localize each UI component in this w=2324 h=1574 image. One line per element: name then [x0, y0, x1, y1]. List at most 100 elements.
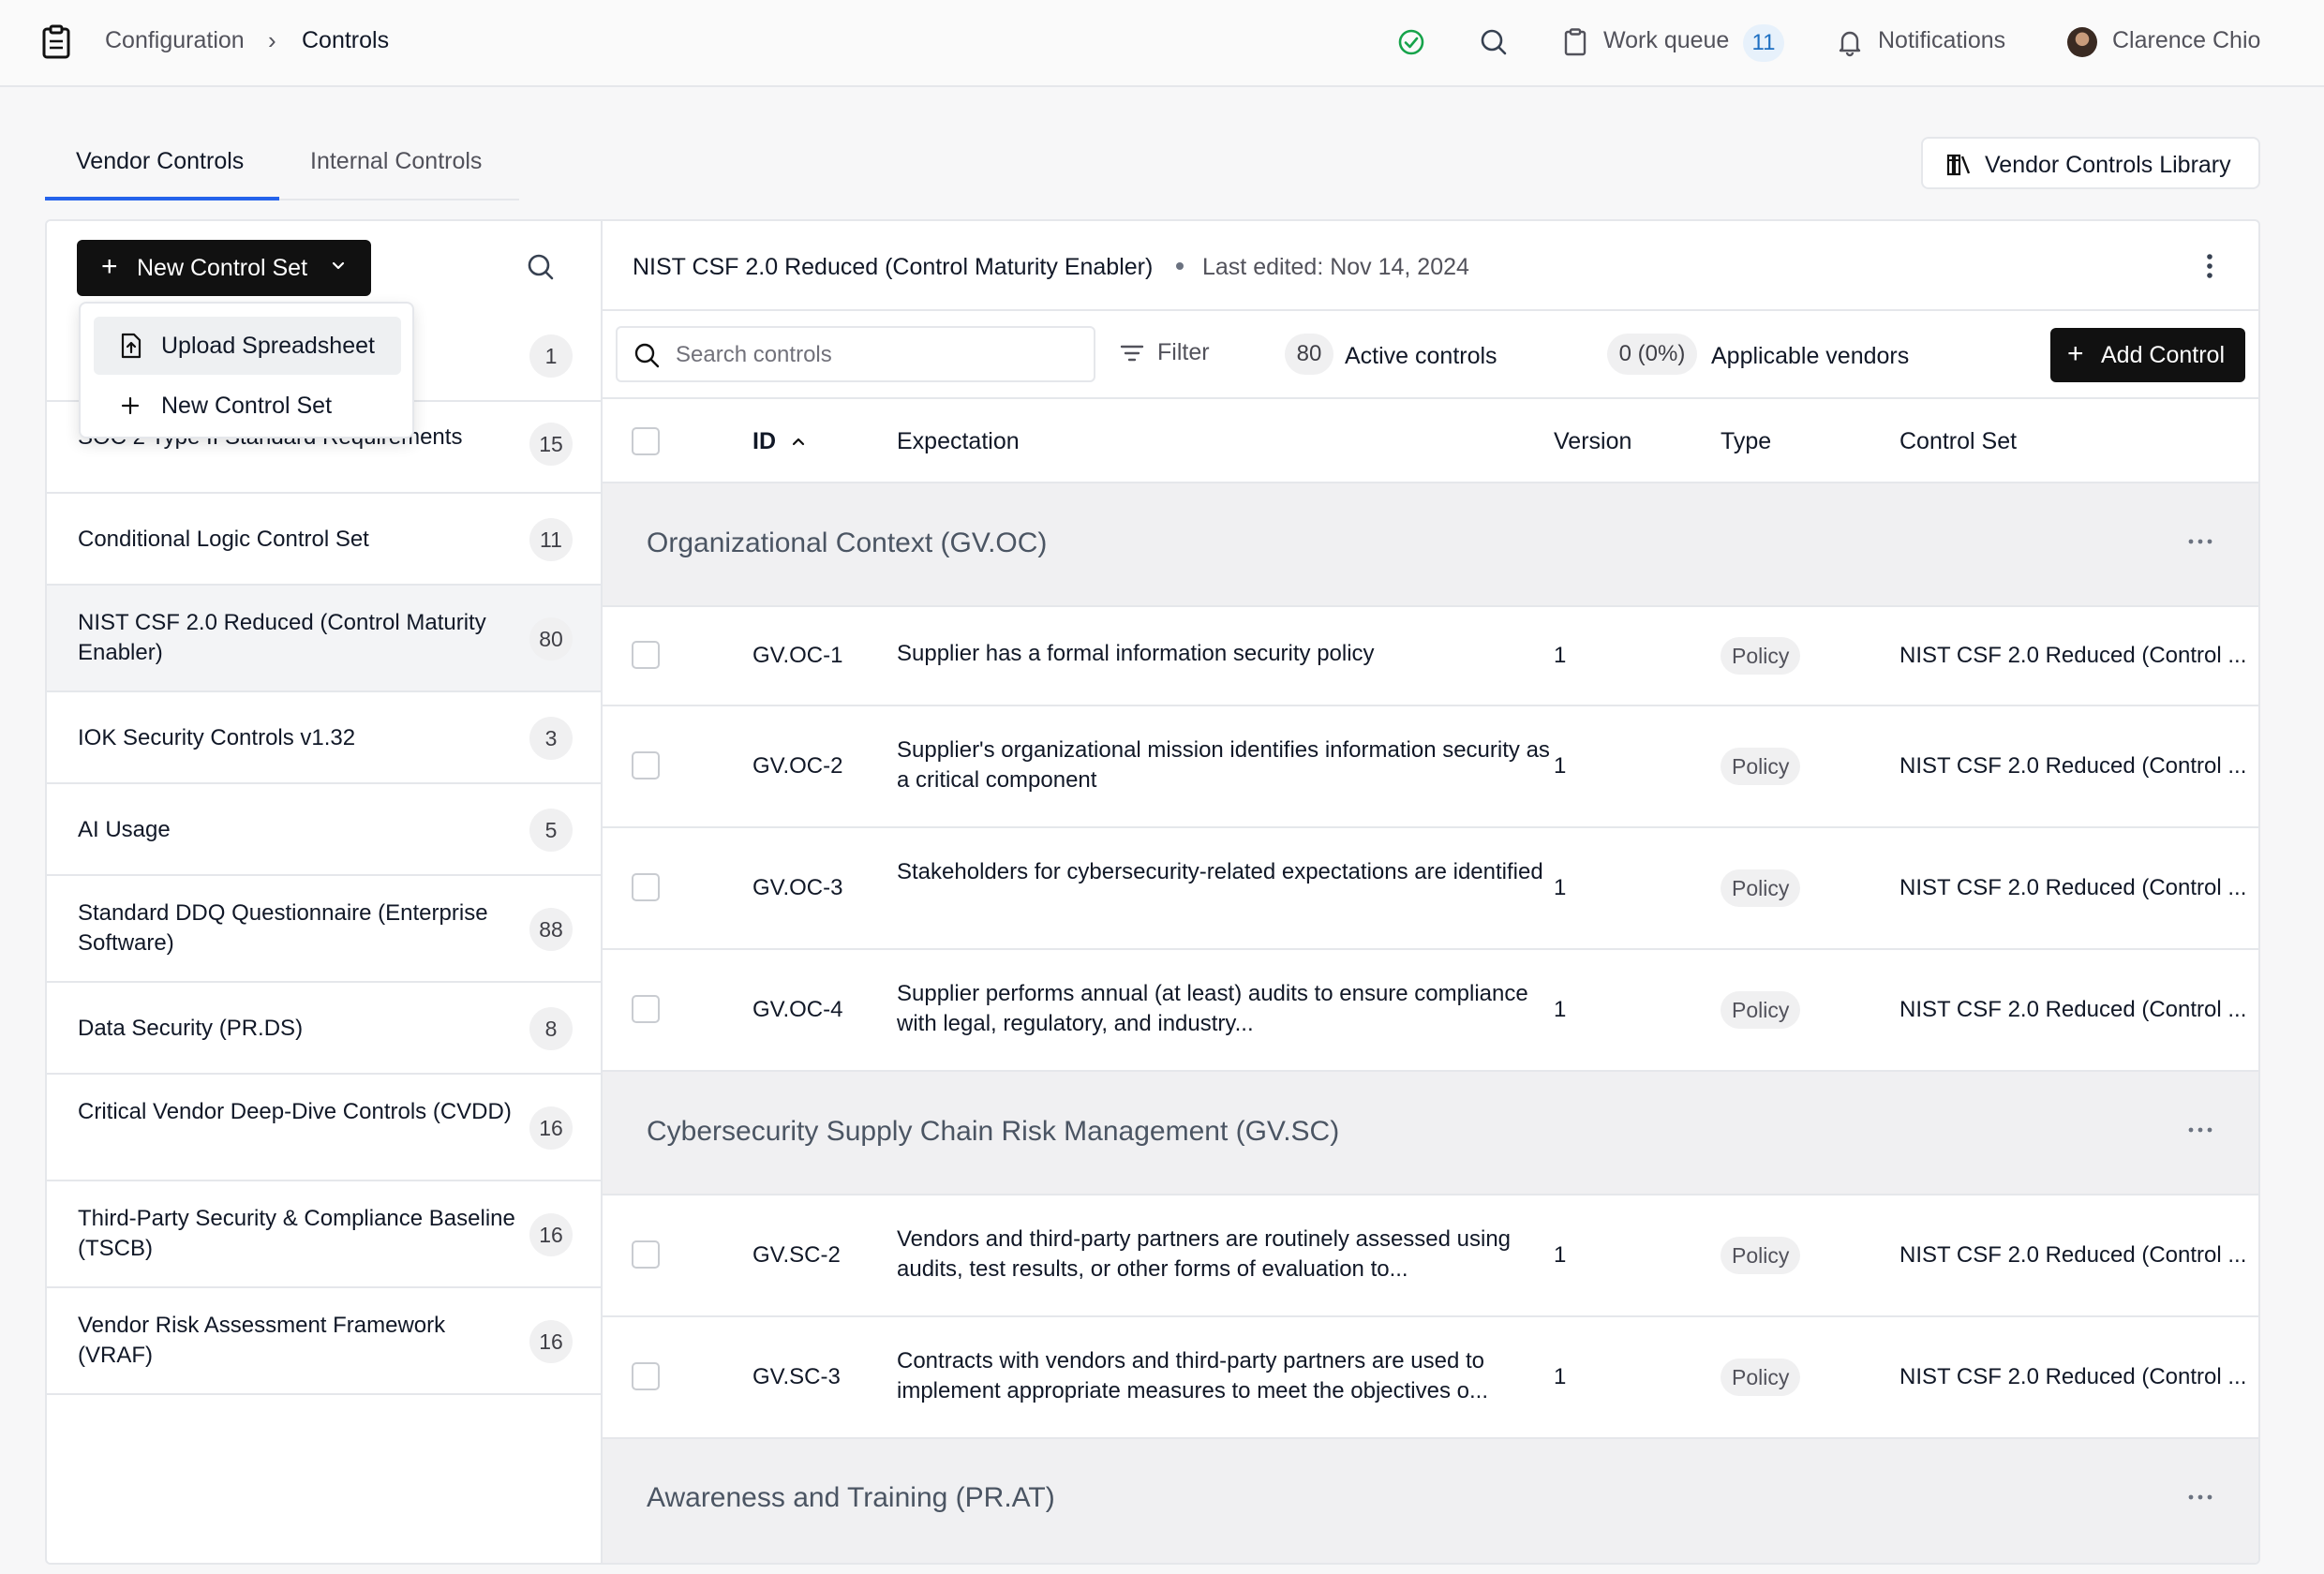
control-set-item[interactable]: Standard DDQ Questionnaire (Enterprise S… — [47, 876, 601, 983]
more-horizontal-icon[interactable] — [2186, 1121, 2214, 1139]
new-control-set-button[interactable]: + New Control Set — [77, 240, 371, 296]
row-checkbox[interactable] — [632, 751, 660, 780]
control-expectation: Vendors and third-party partners are rou… — [897, 1226, 1512, 1282]
control-set-count: 88 — [529, 908, 573, 951]
control-set-item-selected[interactable]: NIST CSF 2.0 Reduced (Control Maturity E… — [47, 586, 601, 692]
sort-ascending-icon[interactable] — [790, 433, 807, 450]
row-checkbox[interactable] — [632, 641, 660, 669]
control-set-count: 3 — [529, 717, 573, 760]
control-set-list: 1 SOC 2 Type II Standard Requirements 15… — [47, 310, 601, 1395]
control-set-cell: NIST CSF 2.0 Reduced (Control ... — [1899, 753, 2247, 779]
group-header[interactable]: Cybersecurity Supply Chain Risk Manageme… — [603, 1072, 2258, 1195]
vendor-controls-library-button[interactable]: Vendor Controls Library — [1921, 137, 2260, 189]
search-icon[interactable] — [1478, 26, 1510, 58]
avatar[interactable] — [2067, 27, 2097, 57]
control-id: GV.SC-2 — [752, 1242, 841, 1268]
applicable-vendors-count: 0 (0%) — [1607, 334, 1697, 375]
search-icon — [634, 343, 660, 368]
control-expectation: Contracts with vendors and third-party p… — [897, 1348, 1488, 1403]
more-horizontal-icon[interactable] — [2186, 532, 2214, 551]
table-row[interactable]: GV.OC-2 Supplier's organizational missio… — [603, 706, 2258, 828]
tab-vendor-controls[interactable]: Vendor Controls — [76, 148, 244, 175]
work-queue-label[interactable]: Work queue — [1603, 27, 1729, 54]
column-expectation[interactable]: Expectation — [897, 428, 1020, 455]
row-checkbox[interactable] — [632, 873, 660, 901]
control-set-name: NIST CSF 2.0 Reduced (Control Maturity E… — [78, 610, 486, 665]
control-set-item[interactable]: Data Security (PR.DS) 8 — [47, 983, 601, 1075]
applicable-vendors-label: Applicable vendors — [1711, 343, 1910, 369]
control-set-item[interactable]: Third-Party Security & Compliance Baseli… — [47, 1181, 601, 1288]
table-row[interactable]: GV.OC-1 Supplier has a formal informatio… — [603, 607, 2258, 706]
control-set-title: NIST CSF 2.0 Reduced (Control Maturity E… — [633, 254, 1154, 280]
last-edited: Last edited: Nov 14, 2024 — [1202, 254, 1469, 280]
control-version: 1 — [1554, 875, 1567, 900]
notifications-label[interactable]: Notifications — [1878, 27, 2005, 54]
table-row[interactable]: GV.OC-4 Supplier performs annual (at lea… — [603, 950, 2258, 1072]
controls-table-body: Organizational Context (GV.OC) GV.OC-1 S… — [603, 483, 2258, 1563]
vendor-controls-library-label: Vendor Controls Library — [1985, 152, 2231, 178]
column-version[interactable]: Version — [1554, 428, 1631, 455]
add-control-label: Add Control — [2101, 342, 2226, 368]
control-set-name: Conditional Logic Control Set — [78, 527, 369, 552]
table-row[interactable]: GV.OC-3 Stakeholders for cybersecurity-r… — [603, 828, 2258, 950]
control-set-item[interactable]: IOK Security Controls v1.32 3 — [47, 692, 601, 784]
control-type-badge: Policy — [1721, 637, 1801, 675]
new-control-set-menu: Upload Spreadsheet New Control Set — [79, 302, 414, 438]
more-vertical-icon[interactable] — [2196, 249, 2224, 283]
breadcrumb-configuration[interactable]: Configuration — [105, 27, 245, 54]
control-set-count: 16 — [529, 1320, 573, 1363]
control-set-item[interactable]: Vendor Risk Assessment Framework (VRAF) … — [47, 1288, 601, 1395]
tab-internal-controls[interactable]: Internal Controls — [310, 148, 482, 175]
search-controls-field[interactable] — [616, 326, 1095, 382]
control-set-item[interactable]: AI Usage 5 — [47, 784, 601, 876]
control-type-badge: Policy — [1721, 748, 1801, 785]
control-version: 1 — [1554, 643, 1567, 668]
chevron-down-icon — [332, 261, 345, 270]
top-bar: Configuration › Controls Work queue 11 N… — [0, 0, 2324, 87]
filter-label: Filter — [1157, 339, 1210, 365]
control-set-cell: NIST CSF 2.0 Reduced (Control ... — [1899, 1364, 2247, 1389]
control-expectation: Supplier performs annual (at least) audi… — [897, 981, 1528, 1036]
group-name: Organizational Context (GV.OC) — [647, 527, 1048, 558]
user-name[interactable]: Clarence Chio — [2112, 27, 2260, 54]
plus-icon: + — [101, 251, 118, 282]
control-set-name: Third-Party Security & Compliance Baseli… — [78, 1206, 515, 1261]
control-type-badge: Policy — [1721, 1359, 1801, 1396]
table-row[interactable]: GV.SC-2 Vendors and third-party partners… — [603, 1195, 2258, 1317]
menu-item-new-control-set[interactable]: New Control Set — [94, 377, 401, 435]
group-name: Cybersecurity Supply Chain Risk Manageme… — [647, 1116, 1340, 1147]
control-set-count: 11 — [529, 518, 573, 561]
menu-item-upload-spreadsheet[interactable]: Upload Spreadsheet — [94, 317, 401, 375]
active-controls-label: Active controls — [1345, 343, 1497, 369]
work-queue-icon[interactable] — [1559, 26, 1591, 58]
check-circle-icon[interactable] — [1395, 26, 1427, 58]
search-controls-input[interactable] — [676, 337, 1079, 373]
control-set-item[interactable]: Critical Vendor Deep-Dive Controls (CVDD… — [47, 1075, 601, 1181]
column-id[interactable]: ID — [752, 428, 776, 455]
column-control-set[interactable]: Control Set — [1899, 428, 2017, 455]
group-header[interactable]: Awareness and Training (PR.AT) — [603, 1439, 2258, 1563]
control-set-count: 1 — [529, 334, 573, 378]
menu-item-label: New Control Set — [161, 393, 333, 419]
control-set-item[interactable]: Conditional Logic Control Set 11 — [47, 494, 601, 586]
control-set-name: Critical Vendor Deep-Dive Controls (CVDD… — [78, 1099, 512, 1124]
bell-icon[interactable] — [1834, 26, 1866, 58]
controls-tabs: Vendor Controls Internal Controls — [45, 139, 519, 200]
group-header[interactable]: Organizational Context (GV.OC) — [603, 483, 2258, 607]
column-type[interactable]: Type — [1721, 428, 1771, 455]
control-set-cell: NIST CSF 2.0 Reduced (Control ... — [1899, 1242, 2247, 1268]
upload-file-icon — [121, 333, 142, 359]
row-checkbox[interactable] — [632, 995, 660, 1023]
control-set-count: 16 — [529, 1106, 573, 1150]
add-control-button[interactable]: + Add Control — [2050, 328, 2245, 382]
row-checkbox[interactable] — [632, 1240, 660, 1269]
control-set-detail: NIST CSF 2.0 Reduced (Control Maturity E… — [603, 221, 2258, 1563]
select-all-checkbox[interactable] — [632, 427, 660, 455]
search-icon[interactable] — [525, 251, 557, 283]
table-row[interactable]: GV.SC-3 Contracts with vendors and third… — [603, 1317, 2258, 1439]
row-checkbox[interactable] — [632, 1362, 660, 1390]
work-queue-count-badge: 11 — [1743, 24, 1784, 62]
clipboard-icon[interactable] — [37, 23, 75, 61]
more-horizontal-icon[interactable] — [2186, 1488, 2214, 1507]
control-set-name: Vendor Risk Assessment Framework (VRAF) — [78, 1313, 446, 1368]
